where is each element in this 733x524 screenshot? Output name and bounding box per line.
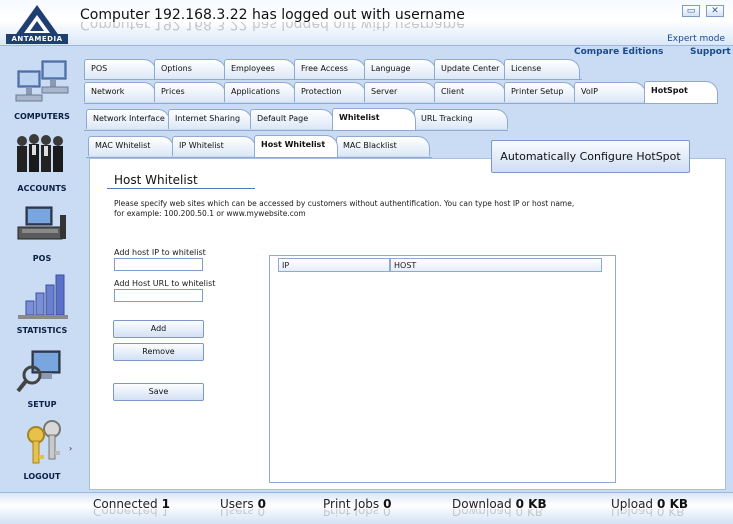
compare-editions-link[interactable]: Compare Editions [574,47,663,57]
description-line: Please specify web sites which can be ac… [114,199,575,208]
tab-prices[interactable]: Prices [154,82,226,102]
tab-network-interface[interactable]: Network Interface [86,109,170,129]
setup-icon [16,350,61,393]
chevron-right-icon: › [69,444,73,453]
tab-update-center[interactable]: Update Center [434,59,506,79]
sidebar-item-pos[interactable]: POS [0,199,84,263]
tab-whitelist[interactable]: Whitelist [332,108,416,130]
minimize-icon: ▭ [686,6,696,16]
sidebar-item-label: SETUP [27,400,57,409]
window-title-reflection: Computer 192.168.3.22 has logged out wit… [80,22,465,32]
status-reflection: Connected 1 [93,509,170,518]
support-link[interactable]: Support [690,47,731,57]
minimize-button[interactable]: ▭ [682,5,700,17]
status-bar: Connected 1 Users 0 Print Jobs 0 Download 0 … [0,492,733,524]
column-header-host[interactable]: HOST [390,258,602,272]
tab-pos[interactable]: POS [84,59,156,79]
tab-hotspot[interactable]: HotSpot [644,81,718,103]
tab-applications[interactable]: Applications [224,82,296,102]
status-reflection: Users 0 [220,509,266,518]
tab-license[interactable]: License [504,59,580,79]
tab-default-page[interactable]: Default Page [250,109,334,129]
tab-server[interactable]: Server [364,82,436,102]
tab-client[interactable]: Client [434,82,506,102]
description-line: for example: 100.200.50.1 or www.mywebsi… [114,209,306,218]
sidebar-item-label: ACCOUNTS [17,184,67,193]
sidebar-item-accounts[interactable]: ACCOUNTS [0,129,84,193]
close-icon: ✕ [711,6,719,16]
pos-icon [17,206,66,240]
add-button[interactable]: Add [113,320,204,338]
computers-icon [15,60,69,102]
host-url-label: Add Host URL to whitelist [114,279,216,288]
host-url-input[interactable] [114,289,203,302]
host-ip-label: Add host IP to whitelist [114,248,206,257]
status-reflection: Print Jobs 0 [323,509,391,518]
sidebar-item-label: LOGOUT [23,472,61,481]
host-ip-input[interactable] [114,258,203,271]
tab-free-access[interactable]: Free Access [294,59,366,79]
tab-voip[interactable]: VoIP [574,82,646,102]
auto-configure-hotspot-button[interactable]: Automatically Configure HotSpot [491,140,690,173]
sidebar-item-label: COMPUTERS [14,112,70,121]
tab-mac-blacklist[interactable]: MAC Blacklist [336,136,430,156]
status-reflection: Download 0 KB [452,509,544,518]
sidebar-item-statistics[interactable]: STATISTICS [0,271,84,335]
whitelist-table[interactable]: IP HOST [269,255,616,483]
table-header: IP HOST [272,258,602,272]
tab-options[interactable]: Options [154,59,226,79]
sidebar-item-computers[interactable]: COMPUTERS [0,57,84,121]
sidebar: COMPUTERS ACCOUNTS POS STATISTICS SETUP … [0,47,84,492]
tab-mac-whitelist[interactable]: MAC Whitelist [88,136,174,156]
section-title: Host Whitelist [114,173,198,187]
statistics-icon [18,274,68,319]
tab-url-tracking[interactable]: URL Tracking [414,109,508,129]
column-header-ip[interactable]: IP [278,258,390,272]
tab-employees[interactable]: Employees [224,59,296,79]
accounts-icon [17,134,63,172]
tab-network[interactable]: Network [84,82,156,102]
remove-button[interactable]: Remove [113,343,204,361]
tab-host-whitelist[interactable]: Host Whitelist [254,135,338,157]
window-title: Computer 192.168.3.22 has logged out wit… [80,7,465,23]
tab-language[interactable]: Language [364,59,436,79]
logo-text: ANTAMEDIA [6,34,68,44]
tab-internet-sharing[interactable]: Internet Sharing [168,109,252,129]
title-bar: ANTAMEDIA Computer 192.168.3.22 has logg… [0,0,733,46]
expert-mode-link[interactable]: Expert mode [667,34,725,44]
sidebar-item-setup[interactable]: SETUP [0,345,84,409]
tab-printer-setup[interactable]: Printer Setup [504,82,576,102]
section-description: Please specify web sites which can be ac… [114,199,594,219]
tab-protection[interactable]: Protection [294,82,366,102]
save-button[interactable]: Save [113,383,204,401]
close-button[interactable]: ✕ [706,5,724,17]
status-reflection: Upload 0 KB [611,509,685,518]
sidebar-item-label: STATISTICS [16,326,68,335]
section-divider [107,188,255,189]
tab-ip-whitelist[interactable]: IP Whitelist [172,136,256,156]
sidebar-item-label: POS [32,254,52,263]
logout-icon [27,420,61,464]
